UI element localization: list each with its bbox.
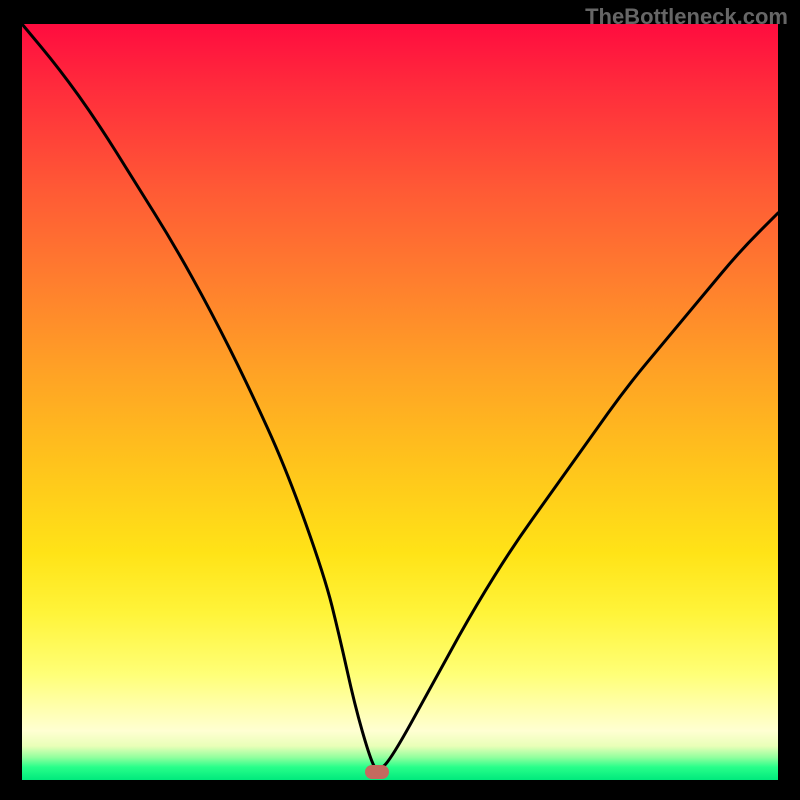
optimum-marker-icon (365, 765, 389, 779)
plot-area (22, 24, 778, 780)
watermark-text: TheBottleneck.com (585, 4, 788, 30)
chart-container: TheBottleneck.com (0, 0, 800, 800)
bottleneck-curve (22, 24, 778, 780)
